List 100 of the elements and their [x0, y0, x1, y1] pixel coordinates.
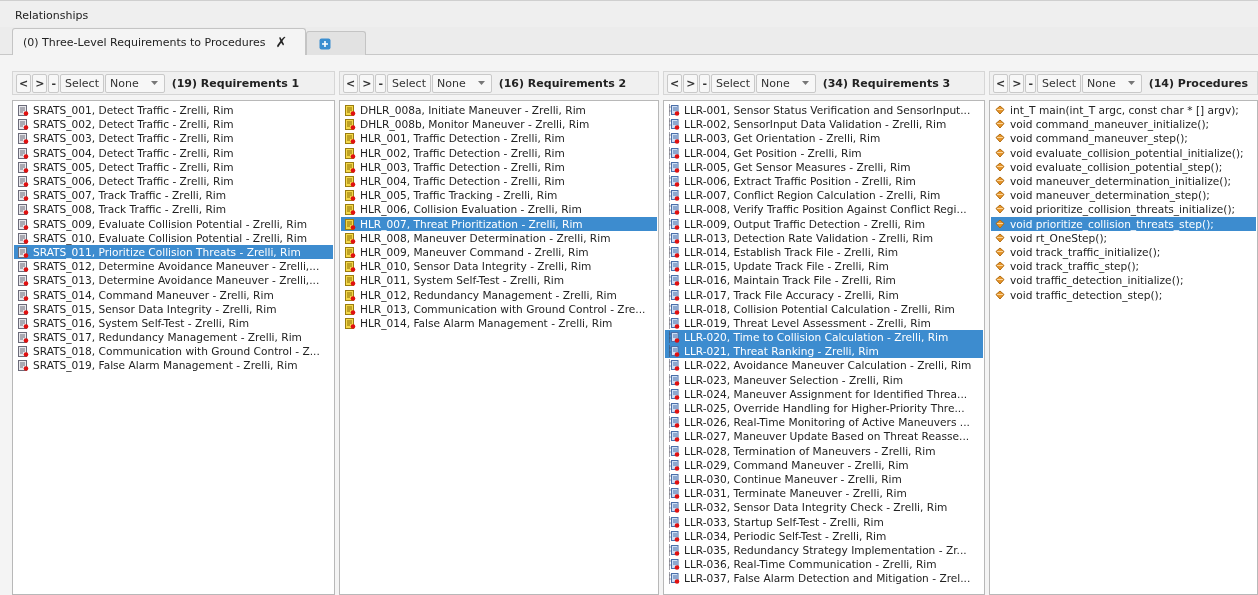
select-button[interactable]: Select — [711, 73, 755, 93]
list-item[interactable]: void traffic_detection_step(); — [991, 287, 1256, 302]
close-button[interactable]: ✗ — [275, 34, 288, 50]
list-item[interactable]: LLR-014, Establish Track File - Zrelli, Rim — [665, 244, 983, 260]
list-item[interactable]: SRATS_011, Prioritize Collision Threats - Zrelli, Rim — [14, 244, 333, 260]
list-item[interactable]: HLR_009, Maneuver Command - Zrelli, Rim — [341, 244, 657, 260]
list-item[interactable]: SRATS_005, Detect Traffic - Zrelli, Rim — [14, 159, 333, 174]
list-item[interactable]: LLR-026, Real-Time Monitoring of Active Maneuvers ... — [665, 415, 983, 430]
list-item[interactable]: void maneuver_determination_initialize(); — [991, 173, 1256, 189]
list-item[interactable]: LLR-025, Override Handling for Higher-Priority Thre... — [665, 400, 983, 416]
list-item[interactable]: LLR-016, Maintain Track File - Zrelli, Rim — [665, 273, 983, 288]
select-button[interactable]: Select — [387, 73, 431, 93]
list-item[interactable]: LLR-001, Sensor Status Verification and SensorInput... — [665, 103, 983, 118]
list-item[interactable]: DHLR_008a, Initiate Maneuver - Zrelli, Rim — [341, 103, 657, 118]
list-item[interactable]: LLR-019, Threat Level Assessment - Zrelli, Rim — [665, 315, 983, 330]
tab[interactable]: (0) Three-Level Requirements to Procedures ✗ — [12, 28, 307, 55]
list-item[interactable]: int_T main(int_T argc, const char * [] argv); — [991, 103, 1256, 118]
list-item[interactable]: HLR_006, Collision Evaluation - Zrelli, Rim — [341, 202, 657, 217]
list-item[interactable]: LLR-031, Terminate Maneuver - Zrelli, Rim — [665, 486, 983, 501]
list-item[interactable]: LLR-037, False Alarm Detection and Mitigation - Zrel... — [665, 571, 983, 586]
list-item[interactable]: HLR_003, Traffic Detection - Zrelli, Rim — [341, 159, 657, 174]
list-item[interactable]: SRATS_006, Detect Traffic - Zrelli, Rim — [14, 173, 333, 189]
nav-button[interactable]: > — [683, 73, 699, 93]
filter-dropdown[interactable]: None — [104, 73, 165, 93]
nav-button[interactable]: - — [48, 73, 59, 93]
list-item[interactable]: LLR-004, Get Position - Zrelli, Rim — [665, 145, 983, 160]
filter-dropdown[interactable]: None — [1081, 73, 1142, 93]
list-item[interactable]: SRATS_004, Detect Traffic - Zrelli, Rim — [14, 145, 333, 160]
nav-button[interactable]: - — [699, 73, 710, 93]
nav-button[interactable]: < — [667, 73, 683, 93]
list-item[interactable]: SRATS_002, Detect Traffic - Zrelli, Rim — [14, 117, 333, 132]
list-item[interactable]: LLR-022, Avoidance Maneuver Calculation - Zrelli, Rim — [665, 358, 983, 373]
list-item[interactable]: SRATS_015, Sensor Data Integrity - Zrelli, Rim — [14, 301, 333, 316]
list-item[interactable]: LLR-029, Command Maneuver - Zrelli, Rim — [665, 457, 983, 472]
list-item[interactable]: LLR-009, Output Traffic Detection - Zrelli, Rim — [665, 216, 983, 231]
list-item[interactable]: SRATS_014, Command Maneuver - Zrelli, Rim — [14, 287, 333, 302]
list-item[interactable]: LLR-028, Termination of Maneuvers - Zrelli, Rim — [665, 443, 983, 458]
list-item[interactable]: SRATS_017, Redundancy Management - Zrelli, Rim — [14, 330, 333, 345]
list-item[interactable]: void evaluate_collision_potential_step(); — [991, 159, 1256, 174]
list-item[interactable]: HLR_013, Communication with Ground Control - Zre... — [341, 301, 657, 316]
nav-button[interactable]: > — [1009, 73, 1025, 93]
select-button[interactable]: Select — [60, 73, 104, 93]
list-item[interactable]: void rt_OneStep(); — [991, 230, 1256, 245]
list-item[interactable]: HLR_007, Threat Prioritization - Zrelli, Rim — [341, 216, 657, 231]
list-item[interactable]: LLR-003, Get Orientation - Zrelli, Rim — [665, 131, 983, 146]
filter-dropdown[interactable]: None — [431, 73, 492, 93]
nav-button[interactable]: - — [375, 73, 386, 93]
list-item[interactable]: LLR-036, Real-Time Communication - Zrelli, Rim — [665, 557, 983, 572]
list-item[interactable]: SRATS_008, Track Traffic - Zrelli, Rim — [14, 202, 333, 217]
list-item[interactable]: LLR-021, Threat Ranking - Zrelli, Rim — [665, 344, 983, 359]
list-item[interactable]: SRATS_013, Determine Avoidance Maneuver - Zrelli,... — [14, 273, 333, 288]
list-item[interactable]: HLR_008, Maneuver Determination - Zrelli, Rim — [341, 230, 657, 245]
list-item[interactable]: void track_traffic_initialize(); — [991, 244, 1256, 260]
list-item[interactable]: DHLR_008b, Monitor Maneuver - Zrelli, Rim — [341, 117, 657, 132]
list-item[interactable]: void maneuver_determination_step(); — [991, 188, 1256, 203]
list-item[interactable]: LLR-018, Collision Potential Calculation - Zrelli, Rim — [665, 301, 983, 316]
list-item[interactable]: void evaluate_collision_potential_initialize(); — [991, 145, 1256, 160]
list-item[interactable]: void prioritize_collision_threats_initialize(); — [991, 202, 1256, 217]
list-item[interactable]: LLR-002, SensorInput Data Validation - Zrelli, Rim — [665, 117, 983, 132]
select-button[interactable]: Select — [1037, 73, 1081, 93]
list-item[interactable]: LLR-035, Redundancy Strategy Implementation - Zr... — [665, 542, 983, 557]
list-item[interactable]: LLR-023, Maneuver Selection - Zrelli, Rim — [665, 372, 983, 387]
list-item[interactable]: LLR-024, Maneuver Assignment for Identified Threa... — [665, 386, 983, 401]
list-item[interactable]: HLR_010, Sensor Data Integrity - Zrelli, Rim — [341, 259, 657, 274]
list-item[interactable]: LLR-030, Continue Maneuver - Zrelli, Rim — [665, 471, 983, 487]
nav-button[interactable]: < — [16, 73, 32, 93]
nav-button[interactable]: - — [1025, 73, 1036, 93]
list-item[interactable]: SRATS_018, Communication with Ground Control - Z... — [14, 344, 333, 359]
list-item[interactable]: void prioritize_collision_threats_step(); — [991, 216, 1256, 231]
list-item[interactable]: SRATS_003, Detect Traffic - Zrelli, Rim — [14, 131, 333, 146]
list-item[interactable]: HLR_014, False Alarm Management - Zrelli, Rim — [341, 315, 657, 330]
list-item[interactable]: void traffic_detection_initialize(); — [991, 273, 1256, 288]
list-item[interactable]: LLR-005, Get Sensor Measures - Zrelli, Rim — [665, 159, 983, 174]
list-item[interactable]: SRATS_007, Track Traffic - Zrelli, Rim — [14, 188, 333, 203]
list-item[interactable]: HLR_011, System Self-Test - Zrelli, Rim — [341, 273, 657, 288]
list-item[interactable]: LLR-034, Periodic Self-Test - Zrelli, Rim — [665, 528, 983, 543]
nav-button[interactable]: < — [993, 73, 1009, 93]
nav-button[interactable]: > — [359, 73, 375, 93]
list-item[interactable]: HLR_001, Traffic Detection - Zrelli, Rim — [341, 131, 657, 146]
list-item[interactable]: LLR-027, Maneuver Update Based on Threat Reasse... — [665, 429, 983, 444]
new-tab-button[interactable] — [306, 31, 367, 55]
list-item[interactable]: SRATS_019, False Alarm Management - Zrelli, Rim — [14, 358, 333, 373]
list-item[interactable]: LLR-033, Startup Self-Test - Zrelli, Rim — [665, 514, 983, 529]
list-item[interactable]: void command_maneuver_step(); — [991, 131, 1256, 146]
list-item[interactable]: HLR_012, Redundancy Management - Zrelli, Rim — [341, 287, 657, 302]
list-item[interactable]: LLR-007, Conflict Region Calculation - Zrelli, Rim — [665, 188, 983, 203]
list-item[interactable]: LLR-017, Track File Accuracy - Zrelli, Rim — [665, 287, 983, 302]
list-item[interactable]: LLR-008, Verify Traffic Position Against Conflict Regi... — [665, 202, 983, 217]
list-item[interactable]: SRATS_009, Evaluate Collision Potential - Zrelli, Rim — [14, 216, 333, 231]
list-item[interactable]: HLR_005, Traffic Tracking - Zrelli, Rim — [341, 188, 657, 203]
list-item[interactable]: SRATS_016, System Self-Test - Zrelli, Rim — [14, 315, 333, 330]
list-item[interactable]: SRATS_012, Determine Avoidance Maneuver - Zrelli,... — [14, 259, 333, 274]
list-item[interactable]: LLR-032, Sensor Data Integrity Check - Zrelli, Rim — [665, 500, 983, 515]
list-item[interactable]: HLR_004, Traffic Detection - Zrelli, Rim — [341, 173, 657, 189]
nav-button[interactable]: < — [343, 73, 359, 93]
list-item[interactable]: LLR-013, Detection Rate Validation - Zrelli, Rim — [665, 230, 983, 245]
nav-button[interactable]: > — [32, 73, 48, 93]
list-item[interactable]: HLR_002, Traffic Detection - Zrelli, Rim — [341, 145, 657, 160]
list-item[interactable]: LLR-015, Update Track File - Zrelli, Rim — [665, 259, 983, 274]
list-item[interactable]: LLR-020, Time to Collision Calculation - Zrelli, Rim — [665, 330, 983, 345]
